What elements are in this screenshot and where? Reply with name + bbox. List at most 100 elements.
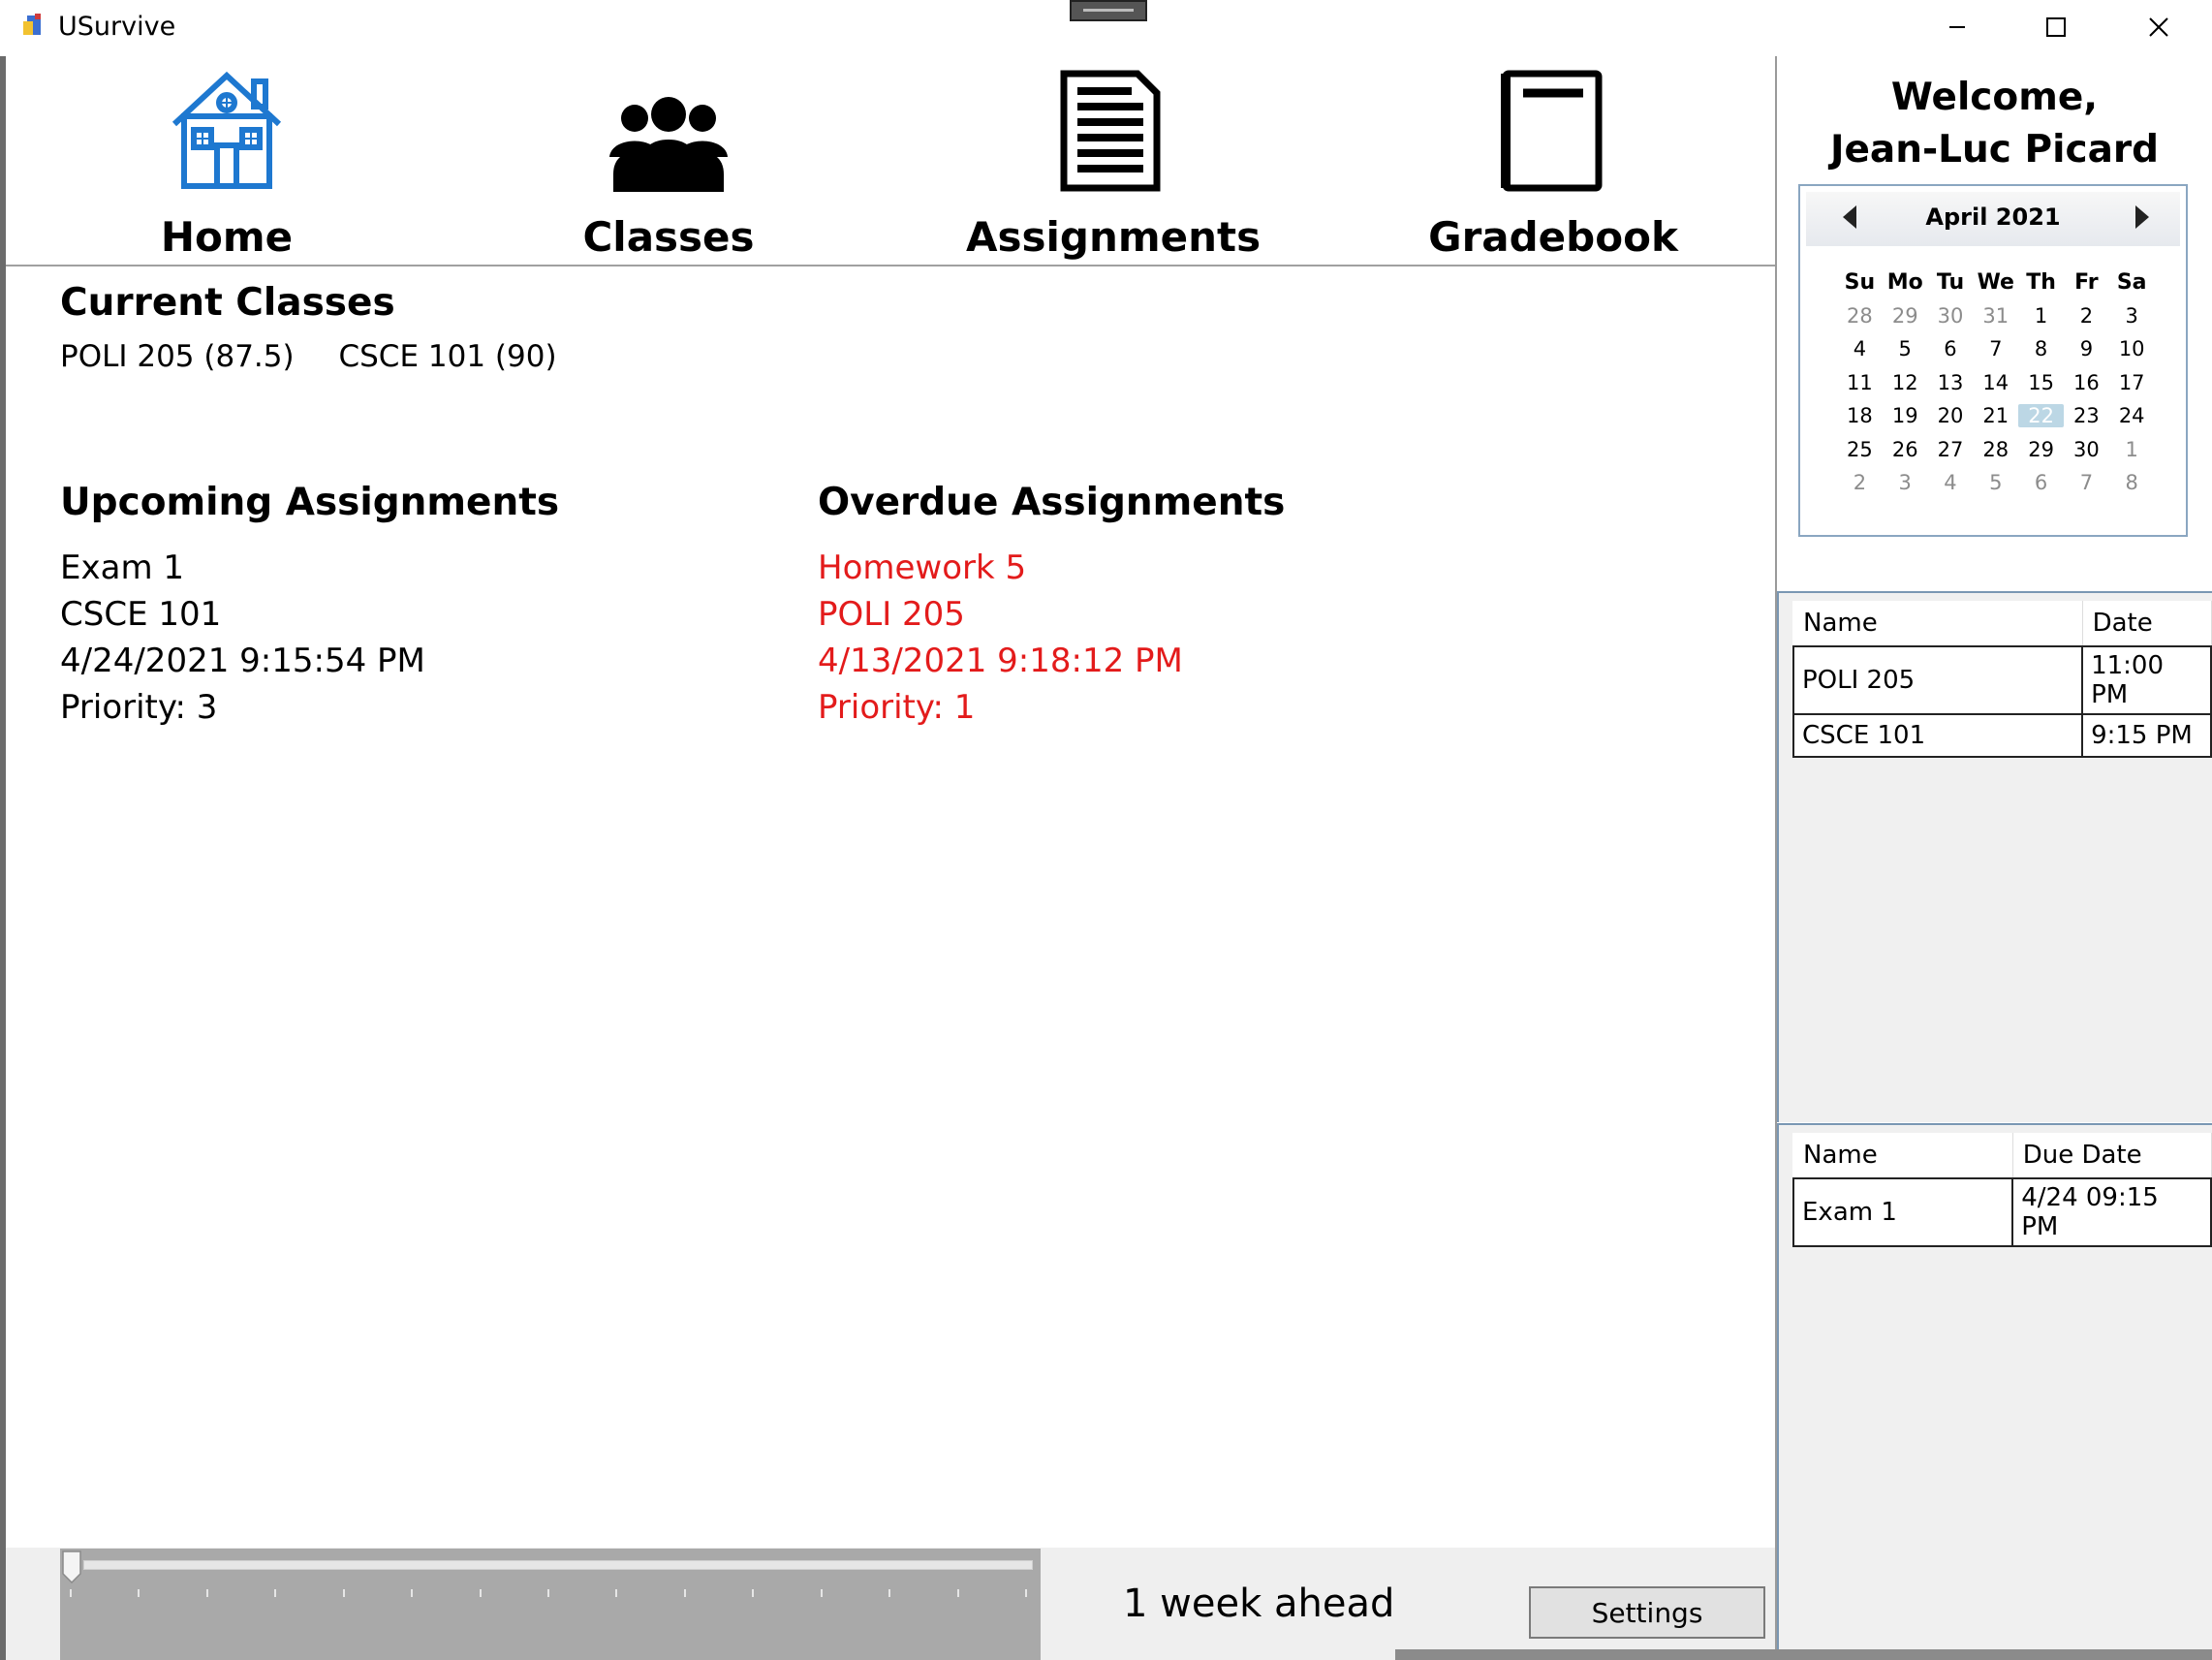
slider-tick [752, 1589, 755, 1597]
calendar-day[interactable]: 2 [1837, 471, 1883, 494]
calendar-day[interactable]: 8 [2109, 471, 2155, 494]
weeks-slider-thumb[interactable] [62, 1550, 81, 1584]
upcoming-assignment-card[interactable]: Exam 1 CSCE 101 4/24/2021 9:15:54 PM Pri… [60, 545, 425, 731]
calendar-day[interactable]: 5 [1973, 471, 2018, 494]
maximize-icon [2046, 17, 2066, 37]
calendar-day[interactable]: 8 [2018, 337, 2064, 360]
calendar-day[interactable]: 12 [1883, 371, 1928, 394]
close-button[interactable] [2115, 0, 2202, 54]
calendar-weekday-row: Su Mo Tu We Th Fr Sa [1837, 266, 2163, 299]
overdue-assignment-card[interactable]: Homework 5 POLI 205 4/13/2021 9:18:12 PM… [818, 545, 1183, 731]
calendar-day[interactable]: 4 [1928, 471, 1974, 494]
calendar-day[interactable]: 26 [1883, 438, 1928, 461]
calendar-day[interactable]: 28 [1837, 304, 1883, 328]
calendar-day[interactable]: 4 [1837, 337, 1883, 360]
slider-tick [205, 1589, 208, 1597]
slider-tick [274, 1589, 277, 1597]
calendar-day[interactable]: 15 [2018, 371, 2064, 394]
dock-handle[interactable] [1070, 0, 1147, 21]
slider-tick [138, 1589, 140, 1597]
calendar-grid: Su Mo Tu We Th Fr Sa 28 29 30 31 1 2 3 4 5 6 7 8 9 10 11 12 13 1… [1837, 266, 2163, 500]
calendar-day[interactable]: 21 [1973, 404, 2018, 427]
calendar-day[interactable]: 29 [2018, 438, 2064, 461]
calendar-week-row: 28 29 30 31 1 2 3 [1837, 299, 2163, 333]
calendar-day[interactable]: 22 [2018, 404, 2064, 428]
calendar-day[interactable]: 6 [2018, 471, 2064, 494]
events-table: Name Date POLI 205 11:00 PM CSCE 101 9:1… [1791, 601, 2212, 758]
calendar-day[interactable]: 23 [2064, 404, 2109, 427]
column-header-date[interactable]: Date [2082, 601, 2212, 646]
maximize-button[interactable] [2012, 0, 2100, 54]
calendar-day[interactable]: 18 [1837, 404, 1883, 427]
calendar-day[interactable]: 7 [2064, 471, 2109, 494]
calendar-weekday: Su [1844, 269, 1876, 295]
current-classes-heading: Current Classes [60, 281, 395, 325]
table-row[interactable]: POLI 205 11:00 PM [1791, 645, 2212, 715]
calendar-day[interactable]: 9 [2064, 337, 2109, 360]
calendar-weekday: We [1977, 269, 2014, 295]
calendar-day[interactable]: 31 [1973, 304, 2018, 328]
calendar-day[interactable]: 1 [2018, 304, 2064, 328]
cell-date[interactable]: 11:00 PM [2081, 645, 2212, 715]
nav-gradebook-label: Gradebook [1428, 213, 1678, 261]
calendar-day[interactable]: 30 [1928, 304, 1974, 328]
assignment-class: CSCE 101 [60, 595, 222, 634]
calendar-day[interactable]: 25 [1837, 438, 1883, 461]
calendar-day[interactable]: 29 [1883, 304, 1928, 328]
cell-name[interactable]: Exam 1 [1791, 1177, 2014, 1247]
calendar-day[interactable]: 11 [1837, 371, 1883, 394]
calendar-day[interactable]: 27 [1928, 438, 1974, 461]
calendar-day[interactable]: 2 [2064, 304, 2109, 328]
cell-name[interactable]: POLI 205 [1791, 645, 2084, 715]
table-row[interactable]: CSCE 101 9:15 PM [1791, 713, 2212, 758]
calendar-day[interactable]: 14 [1973, 371, 2018, 394]
calendar-week-row: 11 12 13 14 15 16 17 [1837, 366, 2163, 400]
calendar-day[interactable]: 28 [1973, 438, 2018, 461]
class-item[interactable]: CSCE 101 (90) [338, 339, 556, 374]
cell-due-date[interactable]: 4/24 09:15 PM [2011, 1177, 2212, 1247]
calendar-day[interactable]: 1 [2109, 438, 2155, 461]
calendar-day[interactable]: 17 [2109, 371, 2155, 394]
calendar-day[interactable]: 5 [1883, 337, 1928, 360]
calendar-day[interactable]: 3 [2109, 304, 2155, 328]
calendar-weekday: Fr [2074, 269, 2099, 295]
calendar-day[interactable]: 20 [1928, 404, 1974, 427]
column-header-name[interactable]: Name [1793, 601, 2083, 646]
calendar[interactable]: April 2021 Su Mo Tu We Th Fr Sa 28 29 30 31 1 2 3 4 5 6 7… [1798, 184, 2188, 537]
calendar-day[interactable]: 30 [2064, 438, 2109, 461]
assignments-grid-panel: Name Due Date Exam 1 4/24 09:15 PM [1777, 1123, 2212, 1660]
calendar-day[interactable]: 6 [1928, 337, 1974, 360]
cell-name[interactable]: CSCE 101 [1791, 713, 2084, 758]
nav-home-label: Home [160, 213, 294, 261]
current-classes-list: POLI 205 (87.5) CSCE 101 (90) [60, 339, 592, 374]
calendar-day[interactable]: 16 [2064, 371, 2109, 394]
column-header-name[interactable]: Name [1793, 1133, 2013, 1178]
calendar-month-label[interactable]: April 2021 [1806, 204, 2180, 231]
calendar-day[interactable]: 19 [1883, 404, 1928, 427]
close-icon [2149, 17, 2168, 37]
nav-home-button[interactable]: Home [81, 60, 372, 264]
nav-classes-button[interactable]: Classes [523, 60, 814, 264]
nav-assignments-button[interactable]: Assignments [966, 60, 1261, 264]
minimize-button[interactable] [1914, 0, 2001, 54]
people-group-icon [609, 97, 728, 192]
weeks-slider-rail[interactable] [83, 1560, 1033, 1570]
calendar-next-icon[interactable] [2135, 205, 2149, 229]
nav-gradebook-button[interactable]: Gradebook [1408, 60, 1698, 264]
calendar-day[interactable]: 24 [2109, 404, 2155, 427]
cell-date[interactable]: 9:15 PM [2081, 713, 2212, 758]
table-row[interactable]: Exam 1 4/24 09:15 PM [1791, 1177, 2212, 1247]
calendar-day[interactable]: 13 [1928, 371, 1974, 394]
settings-button[interactable]: Settings [1529, 1586, 1765, 1639]
welcome-line: Welcome, [1890, 76, 2099, 119]
class-item[interactable]: POLI 205 (87.5) [60, 339, 295, 374]
weeks-ahead-label: 1 week ahead [1123, 1582, 1395, 1626]
minimize-icon [1949, 26, 1965, 28]
calendar-day[interactable]: 10 [2109, 337, 2155, 360]
calendar-week-row: 18 19 20 21 22 23 24 [1837, 399, 2163, 433]
book-icon [1501, 70, 1603, 192]
window-title: USurvive [58, 12, 176, 42]
column-header-due-date[interactable]: Due Date [2012, 1133, 2212, 1178]
calendar-day[interactable]: 7 [1973, 337, 2018, 360]
calendar-day[interactable]: 3 [1883, 471, 1928, 494]
